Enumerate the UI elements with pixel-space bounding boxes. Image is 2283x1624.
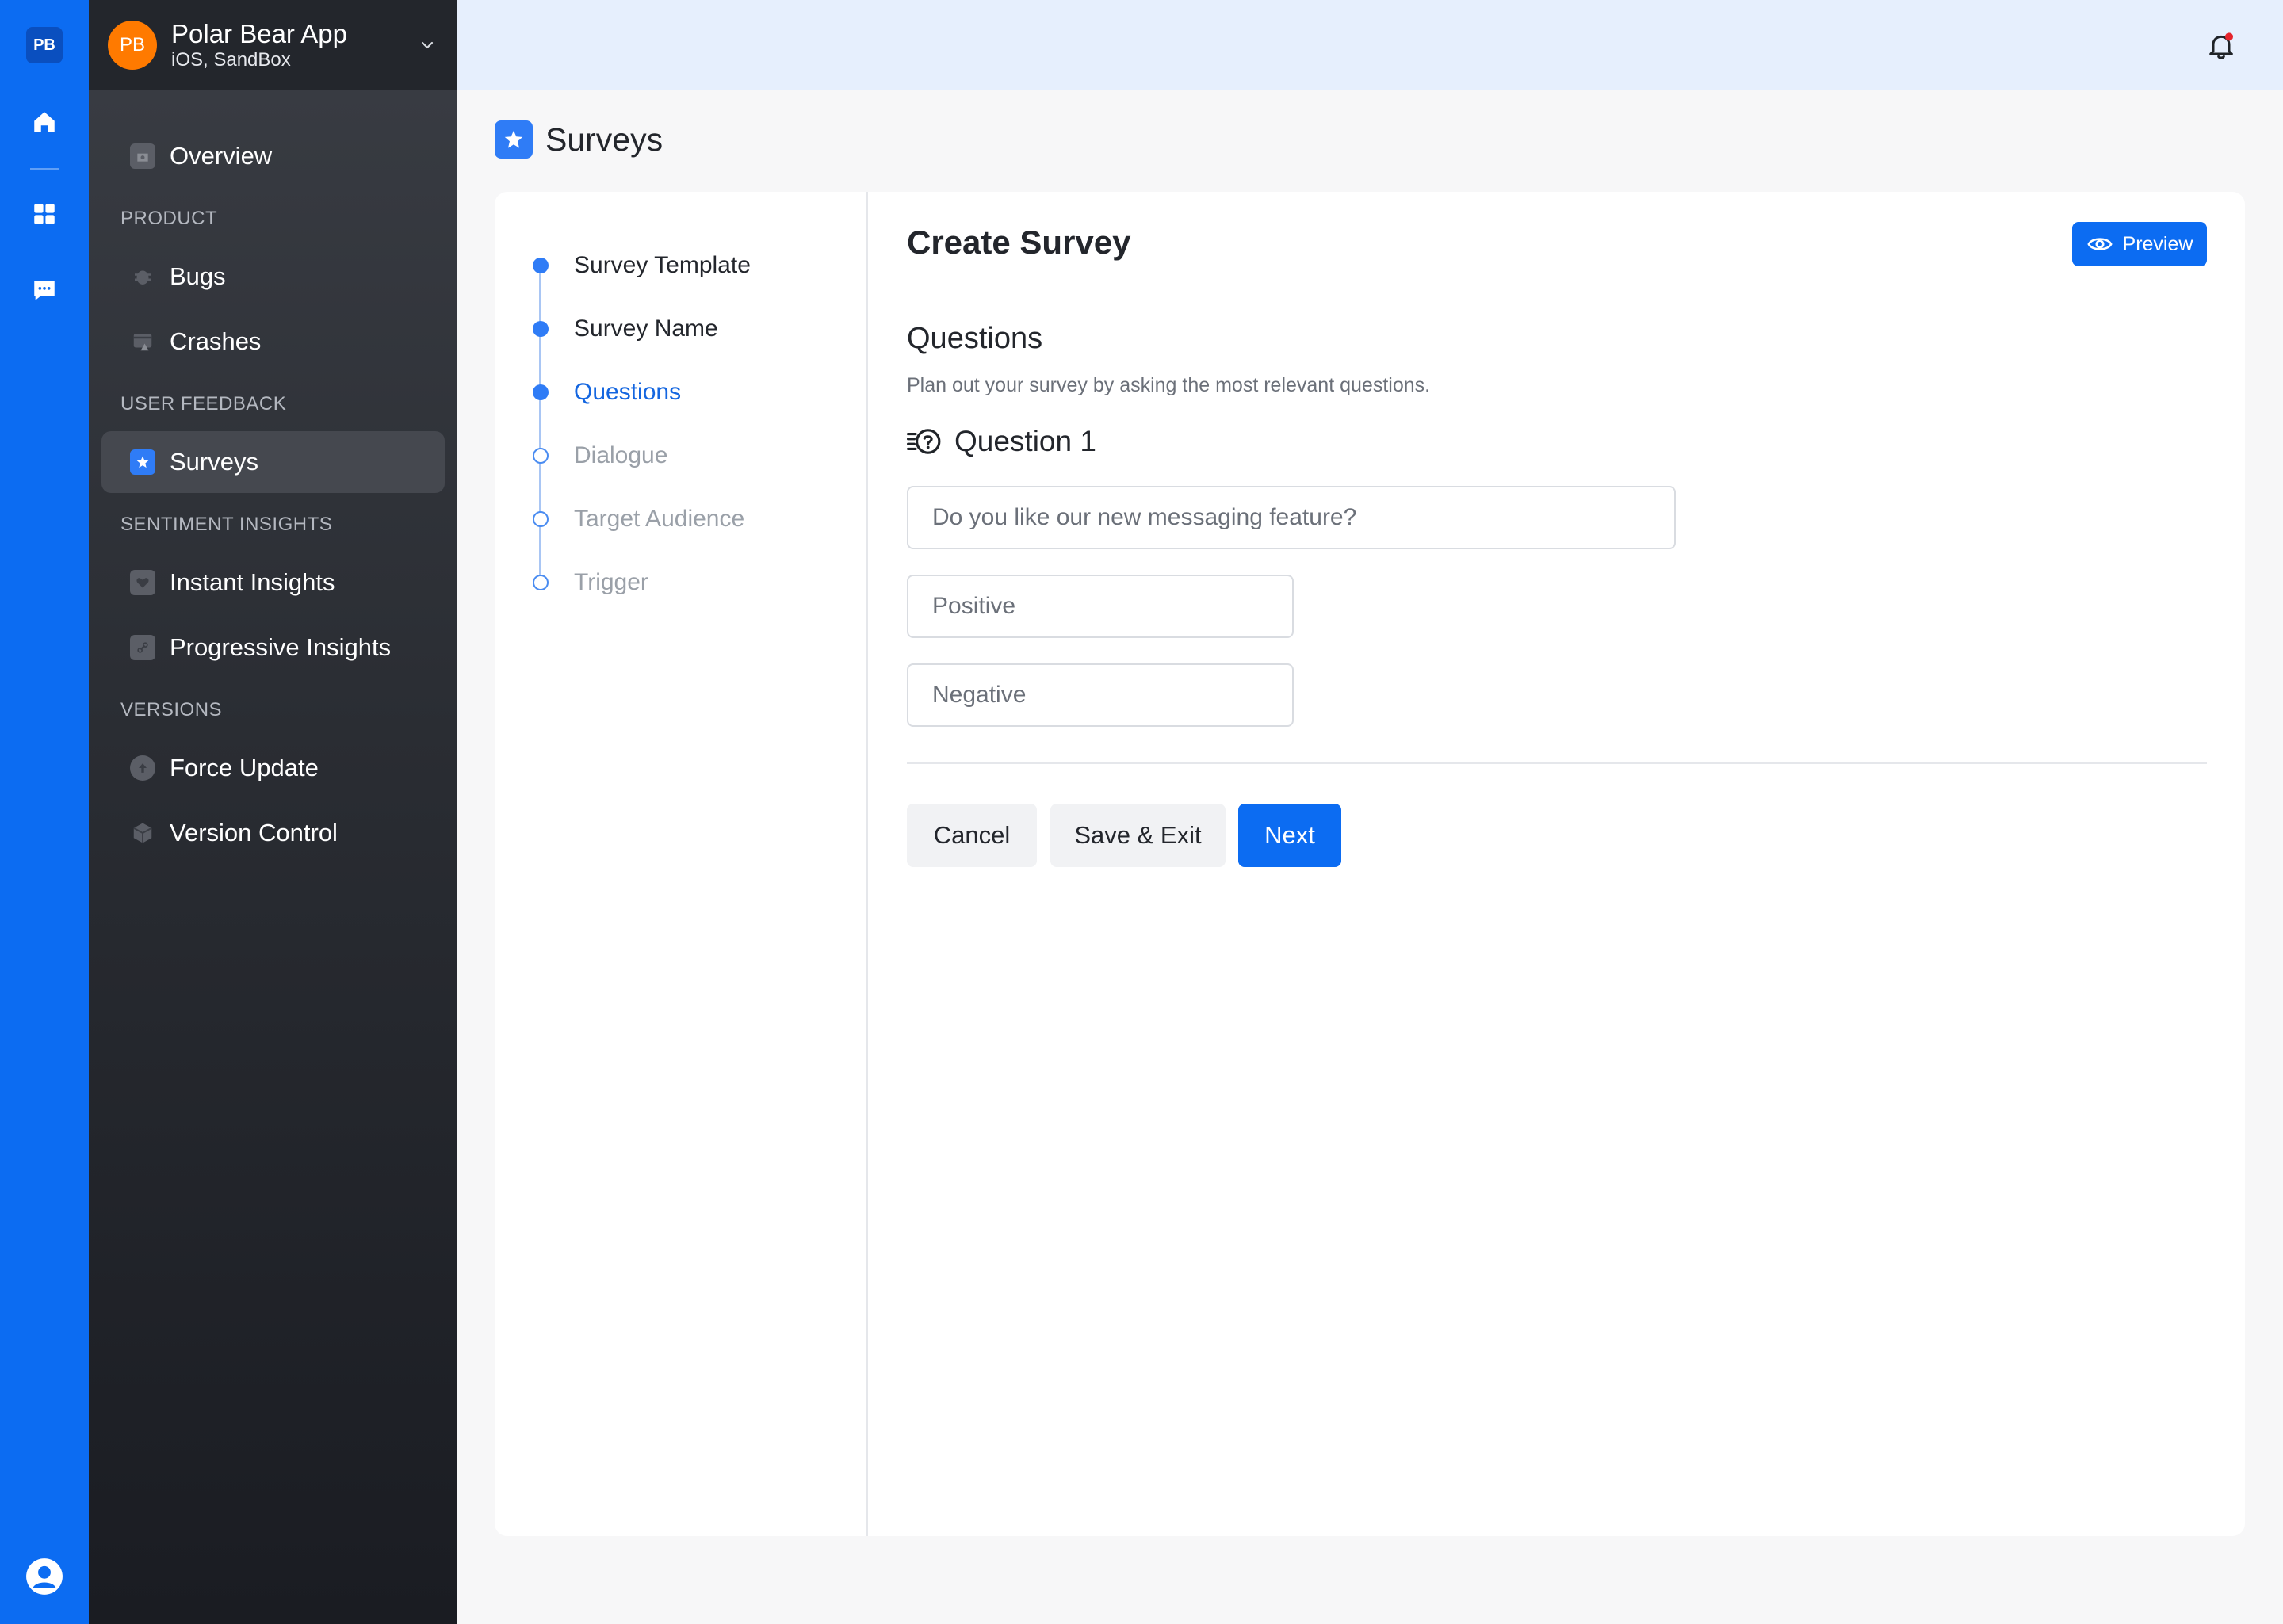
sidebar-item-crashes[interactable]: Crashes xyxy=(101,311,445,373)
sidebar-nav: Overview PRODUCT Bugs Crashes USER FEEDB… xyxy=(89,90,457,864)
section-label-sentiment-insights: SENTIMENT INSIGHTS xyxy=(120,514,333,535)
preview-button-label: Preview xyxy=(2122,232,2193,255)
heart-icon xyxy=(130,570,155,595)
app-root: PB PB Polar Bear App iOS, SandBox Overvi… xyxy=(0,0,2283,1624)
stepper: Survey Template Survey Name Questions Di… xyxy=(495,192,868,1536)
top-bar xyxy=(457,0,2283,90)
question-text-input[interactable]: Do you like our new messaging feature? xyxy=(907,486,1676,549)
sidebar-item-force-update[interactable]: Force Update xyxy=(101,737,445,799)
step-survey-name[interactable]: Survey Name xyxy=(533,315,718,342)
eye-icon xyxy=(2086,238,2113,250)
step-questions[interactable]: Questions xyxy=(533,379,681,406)
rail-logo[interactable]: PB xyxy=(26,27,63,63)
step-label: Questions xyxy=(574,379,682,405)
step-dot-done xyxy=(533,258,549,273)
upload-icon xyxy=(130,755,155,781)
sidebar-item-version-control[interactable]: Version Control xyxy=(101,802,445,864)
step-label: Survey Name xyxy=(574,315,718,342)
next-button[interactable]: Next xyxy=(1238,804,1341,867)
step-dot-pending xyxy=(533,511,549,527)
sidebar-item-progressive-insights[interactable]: Progressive Insights xyxy=(101,617,445,678)
step-label: Survey Template xyxy=(574,252,751,278)
user-avatar-icon xyxy=(26,1558,63,1595)
bug-icon xyxy=(130,264,155,289)
link-icon xyxy=(130,635,155,660)
workspace-switcher[interactable]: PB Polar Bear App iOS, SandBox xyxy=(89,0,457,90)
box-icon xyxy=(130,820,155,846)
home-icon xyxy=(34,112,55,132)
cancel-button[interactable]: Cancel xyxy=(907,804,1037,867)
sidebar-item-bugs[interactable]: Bugs xyxy=(101,246,445,308)
negative-answer-input[interactable]: Negative xyxy=(907,663,1294,727)
sidebar-item-label: Overview xyxy=(170,142,273,170)
crash-icon xyxy=(130,329,155,354)
workspace-avatar: PB xyxy=(108,21,157,70)
survey-card: Survey Template Survey Name Questions Di… xyxy=(495,192,2245,1536)
sidebar-item-label: Version Control xyxy=(170,819,338,846)
question-header: Question 1 xyxy=(907,425,1096,458)
question-list-icon xyxy=(907,429,941,454)
chevron-down-icon xyxy=(421,41,434,49)
step-label: Dialogue xyxy=(574,442,668,468)
rail-apps-button[interactable] xyxy=(22,192,67,236)
sidebar-item-label: Force Update xyxy=(170,754,319,781)
sidebar-item-label: Progressive Insights xyxy=(170,633,392,661)
notification-bell-icon[interactable] xyxy=(2205,30,2237,62)
sidebar: PB Polar Bear App iOS, SandBox Overview … xyxy=(89,0,457,1624)
section-label-product: PRODUCT xyxy=(120,208,218,229)
positive-answer-input[interactable]: Positive xyxy=(907,575,1294,638)
preview-button[interactable]: Preview xyxy=(2072,222,2207,266)
step-label: Trigger xyxy=(574,569,648,595)
page-title: Surveys xyxy=(545,120,663,158)
overview-icon xyxy=(130,143,155,169)
star-icon xyxy=(130,449,155,475)
workspace-name: Polar Bear App xyxy=(171,19,347,48)
question-title: Question 1 xyxy=(954,425,1096,457)
sidebar-item-instant-insights[interactable]: Instant Insights xyxy=(101,552,445,613)
step-dot-pending xyxy=(533,575,549,590)
star-icon xyxy=(495,120,533,159)
step-dot-done xyxy=(533,321,549,337)
step-survey-template[interactable]: Survey Template xyxy=(533,252,751,279)
workspace-platform: iOS, SandBox xyxy=(171,49,291,71)
step-target-audience[interactable]: Target Audience xyxy=(533,506,744,533)
rail-home-button[interactable] xyxy=(22,100,67,144)
sidebar-item-overview[interactable]: Overview xyxy=(101,125,445,187)
step-dialogue[interactable]: Dialogue xyxy=(533,442,667,469)
form-title: Create Survey xyxy=(907,224,1131,261)
icon-rail: PB xyxy=(0,0,89,1624)
step-trigger[interactable]: Trigger xyxy=(533,569,648,596)
rail-divider xyxy=(30,168,59,170)
chat-icon xyxy=(34,281,55,300)
sidebar-item-label: Instant Insights xyxy=(170,568,335,596)
step-dot-current xyxy=(533,384,549,400)
save-exit-button[interactable]: Save & Exit xyxy=(1050,804,1226,867)
step-dot-pending xyxy=(533,448,549,464)
grid-icon xyxy=(34,204,55,224)
section-title: Questions xyxy=(907,322,1043,355)
form-divider xyxy=(907,762,2207,764)
section-label-versions: VERSIONS xyxy=(120,699,223,720)
step-label: Target Audience xyxy=(574,506,745,532)
section-label-user-feedback: USER FEEDBACK xyxy=(120,393,287,415)
sidebar-item-surveys[interactable]: Surveys xyxy=(101,431,445,493)
sidebar-item-label: Bugs xyxy=(170,262,226,290)
page-header: Surveys xyxy=(495,120,663,159)
sidebar-item-label: Surveys xyxy=(170,448,258,476)
rail-chat-button[interactable] xyxy=(22,268,67,312)
user-profile-button[interactable] xyxy=(24,1556,65,1597)
sidebar-item-label: Crashes xyxy=(170,327,262,355)
section-description: Plan out your survey by asking the most … xyxy=(907,374,1431,396)
workspace-text: Polar Bear App iOS, SandBox xyxy=(171,19,418,71)
